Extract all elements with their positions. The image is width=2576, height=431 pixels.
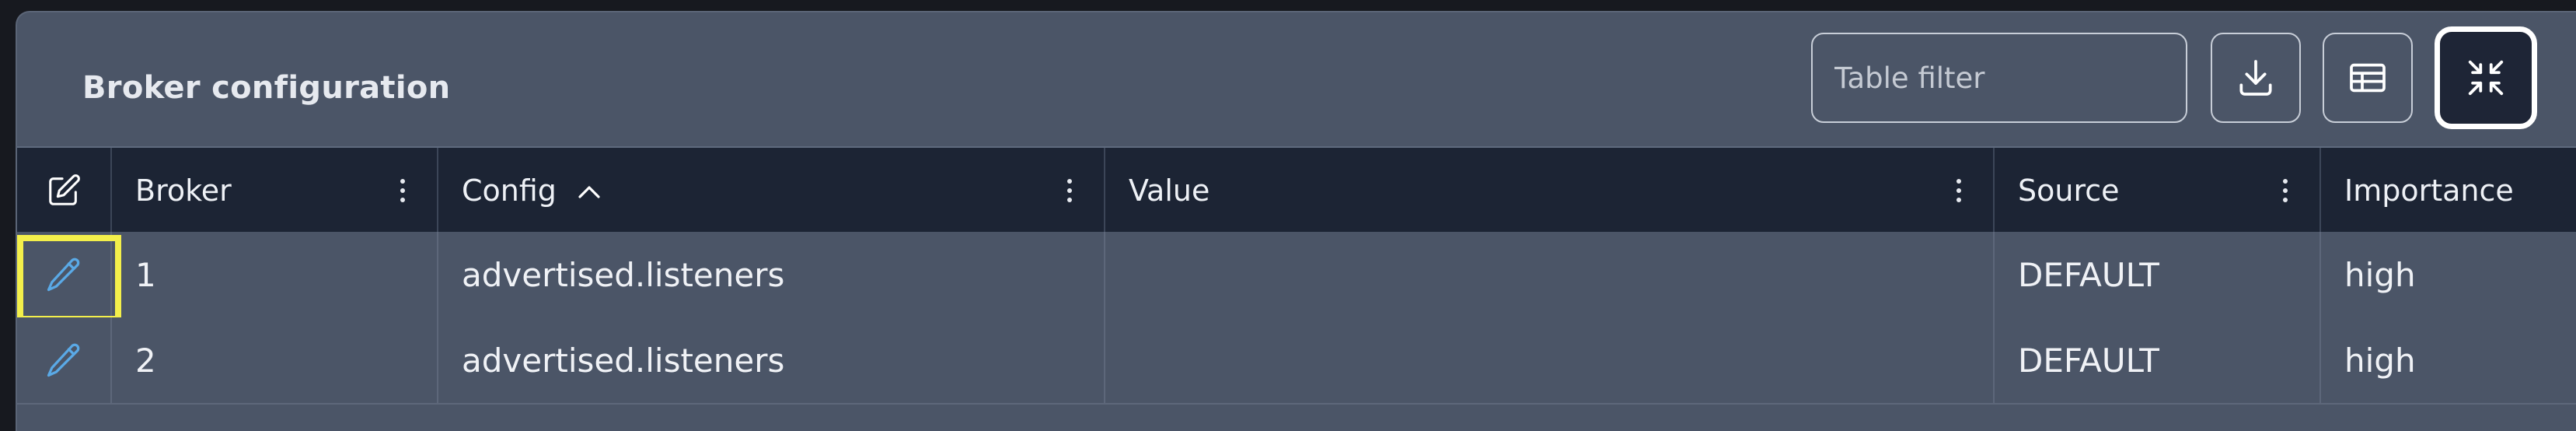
cell-source: DEFAULT [1995, 232, 2321, 317]
cell-broker: 2 [112, 317, 438, 403]
pencil-icon [47, 343, 80, 377]
column-header-source[interactable]: Source [1995, 148, 2321, 233]
column-label-broker: Broker [135, 173, 232, 208]
download-button[interactable] [2211, 33, 2301, 123]
column-label-config: Config [462, 173, 557, 208]
pencil-icon [47, 258, 80, 292]
collapse-arrows-icon [2468, 60, 2504, 96]
column-label-value: Value [1129, 173, 1210, 208]
row-edit-button[interactable] [17, 232, 112, 317]
table-filter-input[interactable] [1811, 33, 2187, 123]
table-columns-icon [2350, 63, 2386, 93]
cell-broker: 1 [112, 232, 438, 317]
column-label-source: Source [2018, 173, 2120, 208]
cell-config: advertised.listeners [438, 232, 1105, 317]
column-label-importance: Importance [2344, 173, 2514, 208]
column-menu-source[interactable] [2282, 179, 2288, 202]
cell-value [1105, 317, 1995, 403]
edit-column-header[interactable] [17, 148, 112, 233]
cell-importance: high [2344, 255, 2416, 294]
table-row: 1 advertised.listeners DEFAULT high [17, 232, 2576, 322]
row-edit-button[interactable] [17, 317, 112, 403]
sort-ascending-icon[interactable] [577, 173, 602, 208]
cell-importance: high [2344, 341, 2416, 380]
cell-config: advertised.listeners [438, 317, 1105, 403]
broker-configuration-panel: Broker configuration Table filter Broker… [16, 11, 2576, 431]
config-table: Broker Config Value Source Importance 1 … [17, 146, 2576, 431]
table-header-row: Broker Config Value Source Importance [17, 146, 2576, 233]
column-menu-config[interactable] [1066, 179, 1073, 202]
cell-value [1105, 232, 1995, 317]
download-icon [2239, 60, 2272, 96]
column-header-importance[interactable]: Importance [2321, 148, 2576, 233]
column-header-value[interactable]: Value [1105, 148, 1995, 233]
panel-title: Broker configuration [82, 70, 451, 106]
column-header-broker[interactable]: Broker [112, 148, 438, 233]
column-menu-value[interactable] [1956, 179, 1962, 202]
column-menu-broker[interactable] [400, 179, 406, 202]
cell-source: DEFAULT [1995, 317, 2321, 403]
collapse-button[interactable] [2435, 26, 2537, 129]
table-row: 2 advertised.listeners DEFAULT high [17, 317, 2576, 405]
column-header-config[interactable]: Config [438, 148, 1105, 233]
table-view-button[interactable] [2323, 33, 2413, 123]
edit-all-icon [49, 174, 80, 205]
panel-header: Broker configuration [17, 12, 2576, 146]
